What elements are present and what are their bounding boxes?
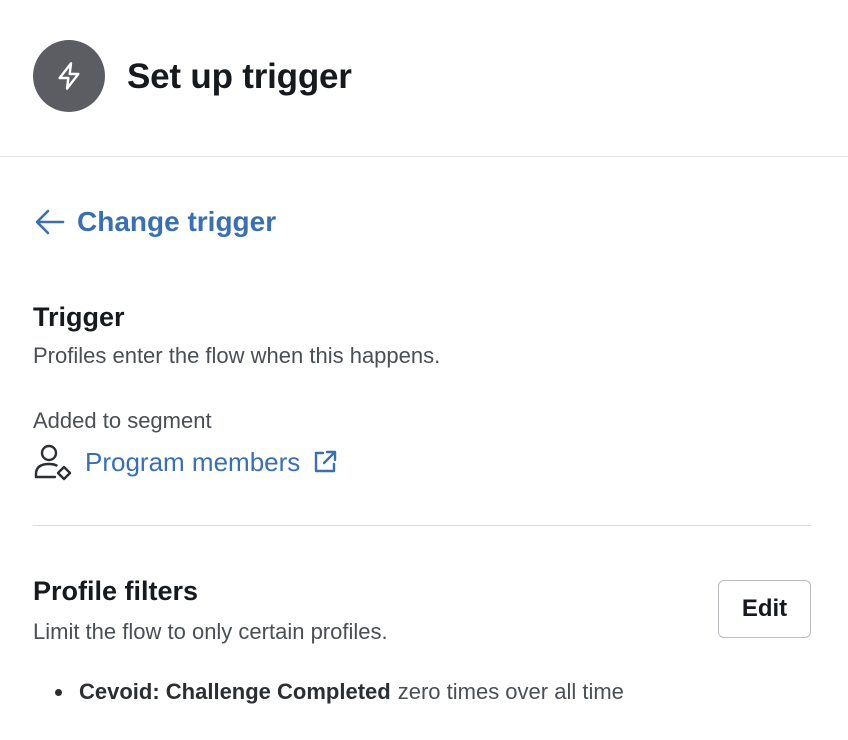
user-segment-icon — [33, 443, 73, 481]
trigger-event-label: Added to segment — [33, 408, 212, 433]
profile-filters-description: Limit the flow to only certain profiles. — [33, 619, 388, 644]
bullet-icon — [55, 688, 62, 696]
filter-metric: Cevoid: Challenge Completed — [79, 679, 391, 704]
filter-list: Cevoid: Challenge Completed zero times o… — [33, 676, 624, 708]
profile-filters-title: Profile filters — [33, 576, 199, 606]
edit-filters-button[interactable]: Edit — [718, 580, 811, 638]
trigger-section-description: Profiles enter the flow when this happen… — [33, 343, 441, 368]
segment-link-program-members[interactable]: Program members — [85, 445, 338, 479]
external-link-icon — [312, 449, 338, 475]
panel-header: Set up trigger — [0, 0, 848, 157]
filter-condition: zero times over all time — [397, 679, 624, 704]
arrow-left-icon — [33, 207, 77, 237]
change-trigger-link[interactable]: Change trigger — [33, 203, 276, 241]
segment-name: Program members — [85, 447, 301, 477]
lightning-bolt-icon — [53, 60, 85, 92]
segment-row: Program members — [33, 442, 338, 482]
section-divider — [33, 525, 811, 526]
trigger-badge — [33, 40, 105, 112]
trigger-section-title: Trigger — [33, 302, 125, 332]
change-trigger-label: Change trigger — [77, 206, 277, 237]
filter-item: Cevoid: Challenge Completed zero times o… — [33, 676, 624, 708]
page-title: Set up trigger — [127, 57, 352, 96]
